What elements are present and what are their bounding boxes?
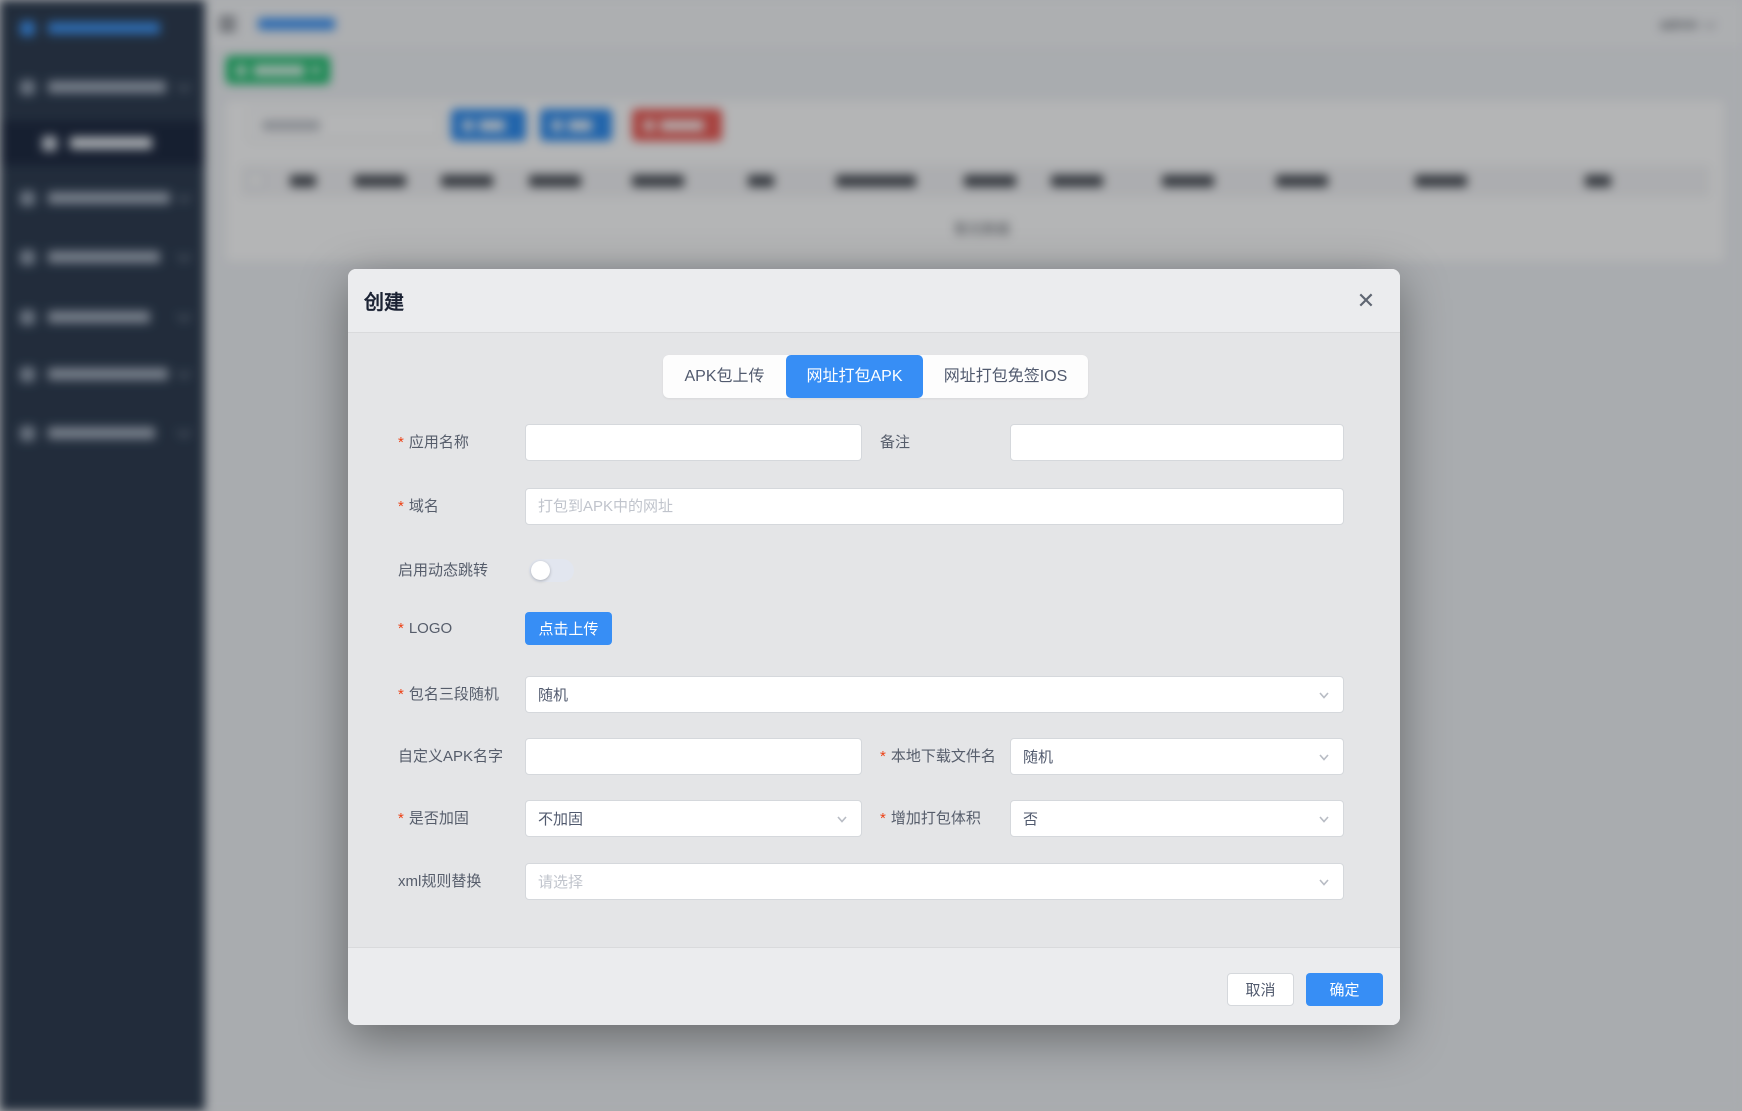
tab-apk-upload[interactable]: APK包上传 xyxy=(663,355,786,398)
form-row: * 是否加固 不加固 * 增加打包体积 否 xyxy=(398,800,1344,837)
xml-rule-select[interactable]: 请选择 xyxy=(525,863,1344,900)
package-name-label: * 包名三段随机 xyxy=(398,676,499,713)
required-mark: * xyxy=(398,434,404,451)
toggle-knob xyxy=(531,561,550,580)
app-name-input[interactable] xyxy=(525,424,862,461)
required-mark: * xyxy=(398,686,404,703)
harden-label: * 是否加固 xyxy=(398,800,469,837)
logo-upload-button[interactable]: 点击上传 xyxy=(525,612,612,645)
remark-input[interactable] xyxy=(1010,424,1344,461)
tab-url-pack-ios[interactable]: 网址打包免签IOS xyxy=(923,355,1088,398)
tab-url-pack-apk[interactable]: 网址打包APK xyxy=(786,355,923,398)
remark-label: 备注 xyxy=(880,434,911,451)
dynamic-jump-label: 启用动态跳转 xyxy=(398,562,489,579)
tab-bar: APK包上传 网址打包APK 网址打包免签IOS xyxy=(663,355,1088,398)
page: admin 暂无数据 创建 ✕ APK包上传 网址打包APK 网址打包免签IOS… xyxy=(0,0,1742,1111)
required-mark: * xyxy=(880,810,886,827)
dynamic-jump-toggle[interactable] xyxy=(529,559,574,582)
domain-input[interactable] xyxy=(525,488,1344,525)
pack-size-select[interactable]: 否 xyxy=(1010,800,1344,837)
app-name-label: * 应用名称 xyxy=(398,424,469,461)
required-mark: * xyxy=(398,810,404,827)
modal-header: 创建 xyxy=(348,269,1400,333)
chevron-down-icon xyxy=(1319,691,1329,699)
pack-size-label: * 增加打包体积 xyxy=(880,800,981,837)
harden-select[interactable]: 不加固 xyxy=(525,800,862,837)
form-row: * 应用名称 备注 xyxy=(398,424,1344,461)
package-name-select[interactable]: 随机 xyxy=(525,676,1344,713)
chevron-down-icon xyxy=(1319,878,1329,886)
required-mark: * xyxy=(398,498,404,515)
form-row: * 包名三段随机 随机 xyxy=(398,676,1344,713)
chevron-down-icon xyxy=(837,815,847,823)
required-mark: * xyxy=(880,748,886,765)
custom-apk-name-label: 自定义APK名字 xyxy=(398,748,504,765)
xml-rule-label: xml规则替换 xyxy=(398,873,482,890)
form-row: 启用动态跳转 xyxy=(398,552,1344,589)
modal-footer: 取消 确定 xyxy=(348,947,1400,1025)
create-modal: 创建 ✕ APK包上传 网址打包APK 网址打包免签IOS * 应用名称 备注 … xyxy=(348,269,1400,1025)
logo-label: * LOGO xyxy=(398,610,452,647)
custom-apk-name-input[interactable] xyxy=(525,738,862,775)
confirm-button[interactable]: 确定 xyxy=(1306,973,1383,1006)
form-row: * LOGO 点击上传 xyxy=(398,610,1344,647)
form-row: 自定义APK名字 * 本地下载文件名 随机 xyxy=(398,738,1344,775)
close-icon[interactable]: ✕ xyxy=(1350,285,1382,317)
form-row: xml规则替换 请选择 xyxy=(398,863,1344,900)
domain-label: * 域名 xyxy=(398,488,439,525)
local-file-name-label: * 本地下载文件名 xyxy=(880,738,996,775)
chevron-down-icon xyxy=(1319,815,1329,823)
cancel-button[interactable]: 取消 xyxy=(1227,973,1294,1006)
required-mark: * xyxy=(398,620,404,637)
form-row: * 域名 xyxy=(398,488,1344,525)
local-file-name-select[interactable]: 随机 xyxy=(1010,738,1344,775)
chevron-down-icon xyxy=(1319,753,1329,761)
modal-title: 创建 xyxy=(364,292,404,314)
